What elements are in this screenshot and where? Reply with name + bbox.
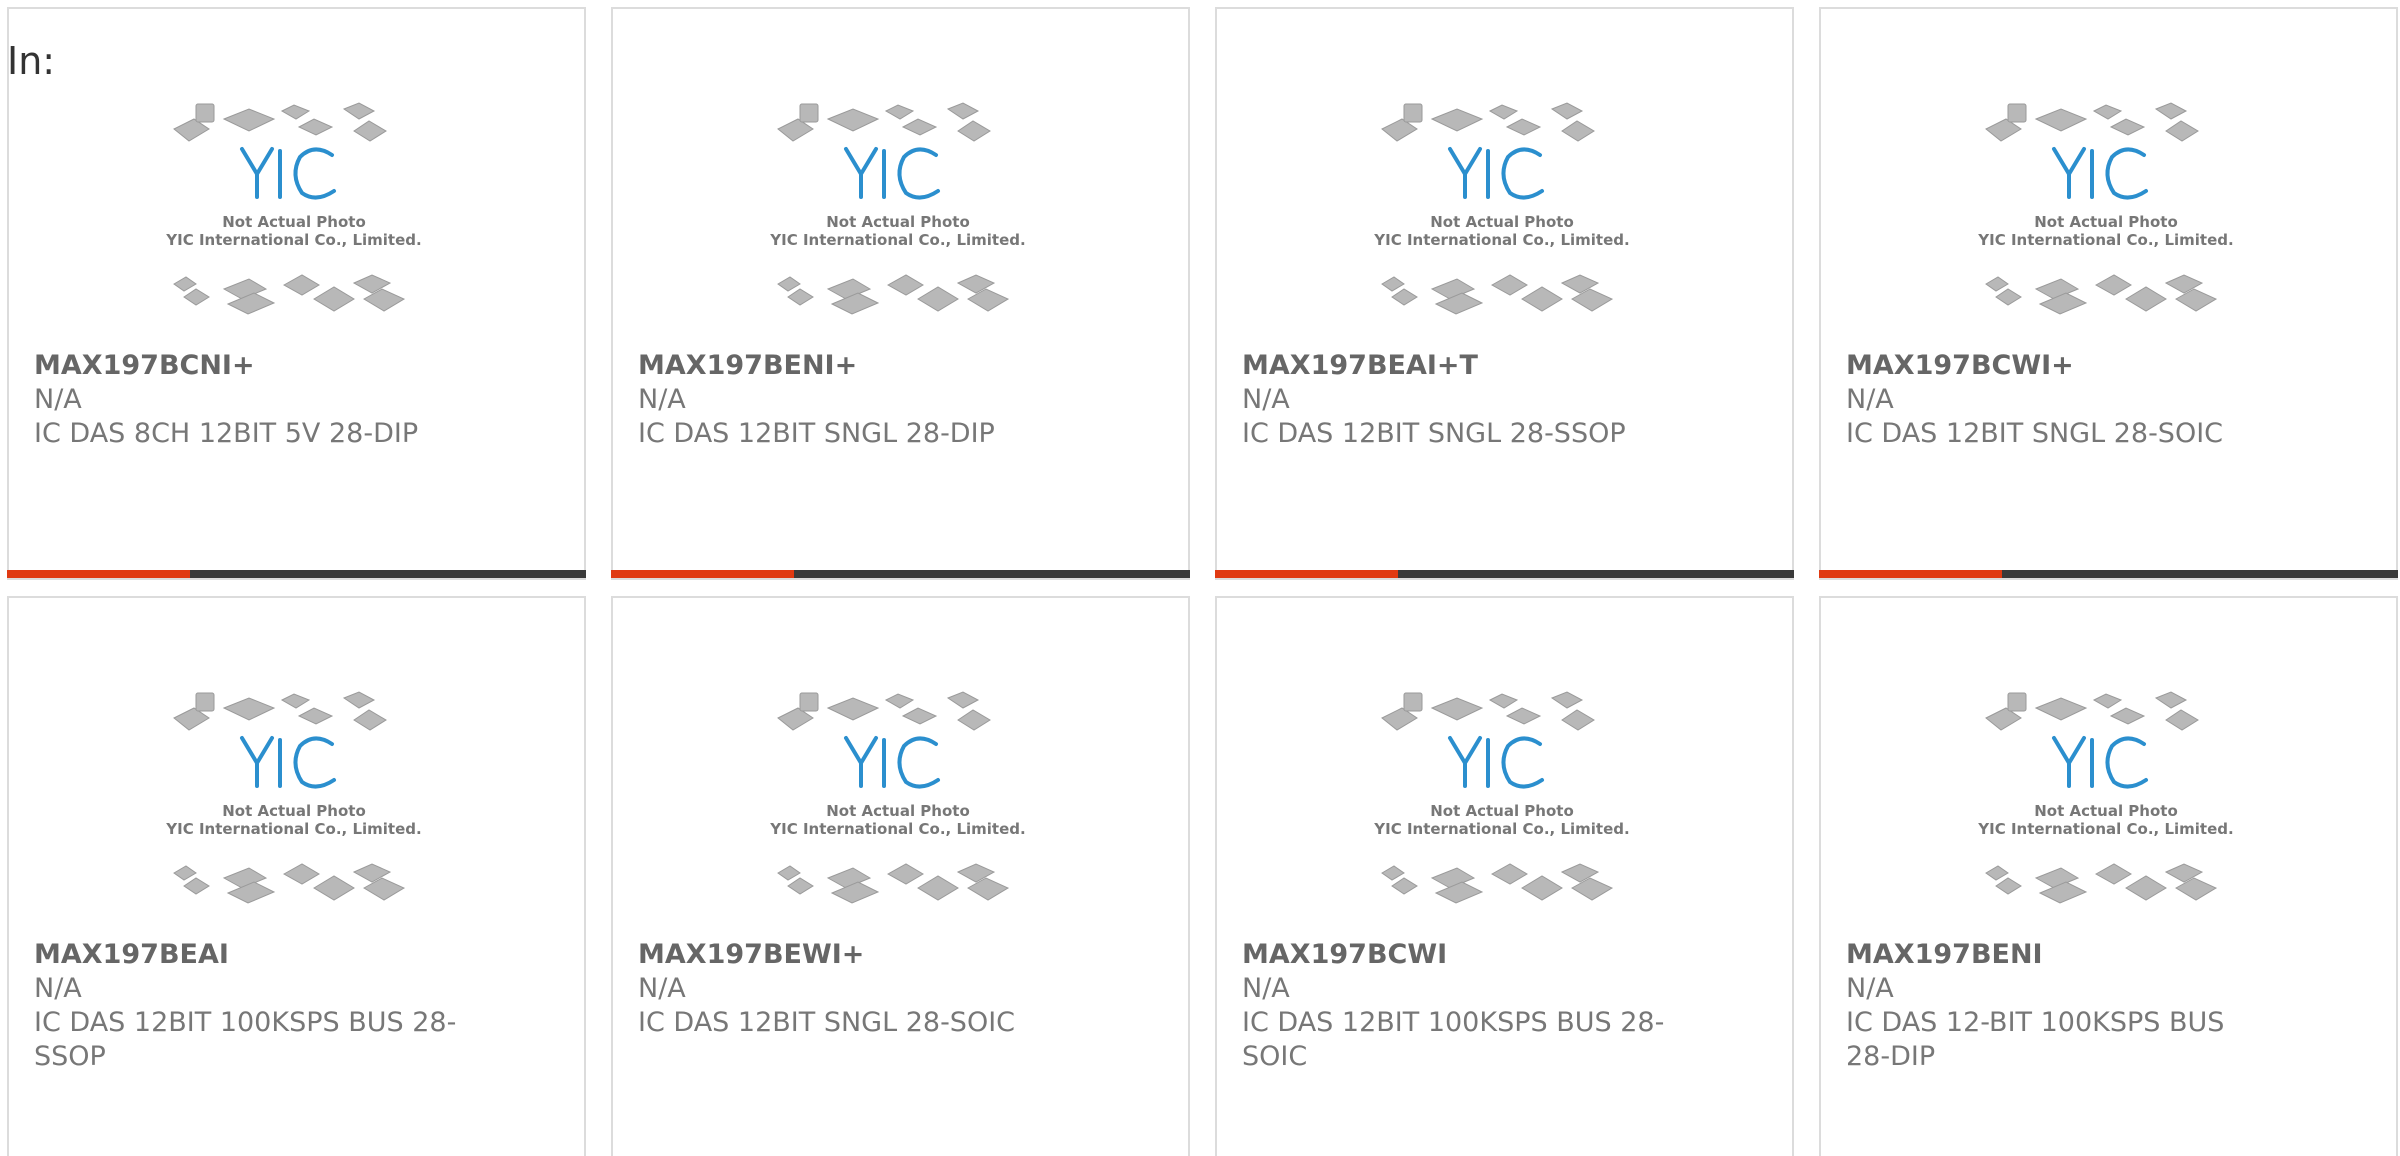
page: In: Not Actual Photo YIC International C… [0,0,2400,1156]
card-footer-accent [7,570,190,578]
placeholder-line1: Not Actual Photo [222,213,366,231]
product-image[interactable]: Not Actual Photo YIC International Co., … [758,688,1038,938]
product-card[interactable]: Not Actual Photo YIC International Co., … [1215,7,1794,580]
part-description: IC DAS 12BIT SNGL 28-SSOP [1242,418,1626,449]
manufacturer: N/A [638,973,686,1004]
card-footer-accent [1819,570,2002,578]
product-image[interactable]: Not Actual Photo YIC International Co., … [758,99,1038,349]
product-image[interactable]: Not Actual Photo YIC International Co., … [1362,99,1642,349]
manufacturer: N/A [1242,384,1290,415]
placeholder-line1: Not Actual Photo [826,213,970,231]
card-footer-bar [1215,570,1794,578]
card-footer-accent [1215,570,1398,578]
placeholder-line2: YIC International Co., Limited. [769,231,1025,249]
part-description: IC DAS 12BIT 100KSPS BUS 28-SSOP [34,1007,457,1072]
part-description: IC DAS 12BIT SNGL 28-SOIC [638,1007,1016,1038]
part-number[interactable]: MAX197BENI [1846,938,2346,972]
placeholder-chips-image: Not Actual Photo YIC International Co., … [165,691,422,904]
part-number[interactable]: MAX197BCWI [1242,938,1742,972]
placeholder-line2: YIC International Co., Limited. [165,231,421,249]
placeholder-line2: YIC International Co., Limited. [1373,820,1629,838]
manufacturer: N/A [1846,973,1894,1004]
manufacturer: N/A [638,384,686,415]
placeholder-chips-image: Not Actual Photo YIC International Co., … [769,102,1026,315]
card-footer-bar [1819,570,2398,578]
placeholder-chips-image: Not Actual Photo YIC International Co., … [1373,102,1630,315]
product-card[interactable]: Not Actual Photo YIC International Co., … [1819,596,2398,1156]
manufacturer: N/A [34,973,82,1004]
placeholder-line1: Not Actual Photo [2034,802,2178,820]
product-image[interactable]: Not Actual Photo YIC International Co., … [154,99,434,349]
part-number[interactable]: MAX197BEAI [34,938,534,972]
placeholder-line1: Not Actual Photo [826,802,970,820]
placeholder-chips-image: Not Actual Photo YIC International Co., … [165,102,422,315]
placeholder-line2: YIC International Co., Limited. [1373,231,1629,249]
manufacturer: N/A [1846,384,1894,415]
placeholder-line2: YIC International Co., Limited. [769,820,1025,838]
placeholder-line1: Not Actual Photo [1430,213,1574,231]
placeholder-line2: YIC International Co., Limited. [1977,231,2233,249]
product-card[interactable]: Not Actual Photo YIC International Co., … [1819,7,2398,580]
part-number[interactable]: MAX197BCWI+ [1846,349,2346,383]
product-image[interactable]: Not Actual Photo YIC International Co., … [1966,99,2246,349]
product-image[interactable]: Not Actual Photo YIC International Co., … [1966,688,2246,938]
product-image[interactable]: Not Actual Photo YIC International Co., … [154,688,434,938]
in-label: In: [7,39,56,83]
part-description: IC DAS 12BIT SNGL 28-SOIC [1846,418,2224,449]
manufacturer: N/A [34,384,82,415]
product-card[interactable]: Not Actual Photo YIC International Co., … [1215,596,1794,1156]
placeholder-chips-image: Not Actual Photo YIC International Co., … [1977,691,2234,904]
card-footer-bar [611,570,1190,578]
product-grid: Not Actual Photo YIC International Co., … [7,7,2398,1156]
part-description: IC DAS 8CH 12BIT 5V 28-DIP [34,418,419,449]
product-card[interactable]: Not Actual Photo YIC International Co., … [7,7,586,580]
part-number[interactable]: MAX197BEAI+T [1242,349,1742,383]
placeholder-chips-image: Not Actual Photo YIC International Co., … [1977,102,2234,315]
part-description: IC DAS 12BIT 100KSPS BUS 28-SOIC [1242,1007,1665,1072]
card-footer-bar [7,570,586,578]
part-number[interactable]: MAX197BENI+ [638,349,1138,383]
card-footer-accent [611,570,794,578]
part-description: IC DAS 12-BIT 100KSPS BUS 28-DIP [1846,1007,2225,1072]
part-description: IC DAS 12BIT SNGL 28-DIP [638,418,995,449]
placeholder-chips-image: Not Actual Photo YIC International Co., … [1373,691,1630,904]
product-image[interactable]: Not Actual Photo YIC International Co., … [1362,688,1642,938]
placeholder-line2: YIC International Co., Limited. [165,820,421,838]
part-number[interactable]: MAX197BEWI+ [638,938,1138,972]
placeholder-line1: Not Actual Photo [1430,802,1574,820]
manufacturer: N/A [1242,973,1290,1004]
product-card[interactable]: Not Actual Photo YIC International Co., … [611,7,1190,580]
placeholder-line2: YIC International Co., Limited. [1977,820,2233,838]
placeholder-line1: Not Actual Photo [222,802,366,820]
product-card[interactable]: Not Actual Photo YIC International Co., … [611,596,1190,1156]
part-number[interactable]: MAX197BCNI+ [34,349,534,383]
product-card[interactable]: Not Actual Photo YIC International Co., … [7,596,586,1156]
placeholder-line1: Not Actual Photo [2034,213,2178,231]
placeholder-chips-image: Not Actual Photo YIC International Co., … [769,691,1026,904]
